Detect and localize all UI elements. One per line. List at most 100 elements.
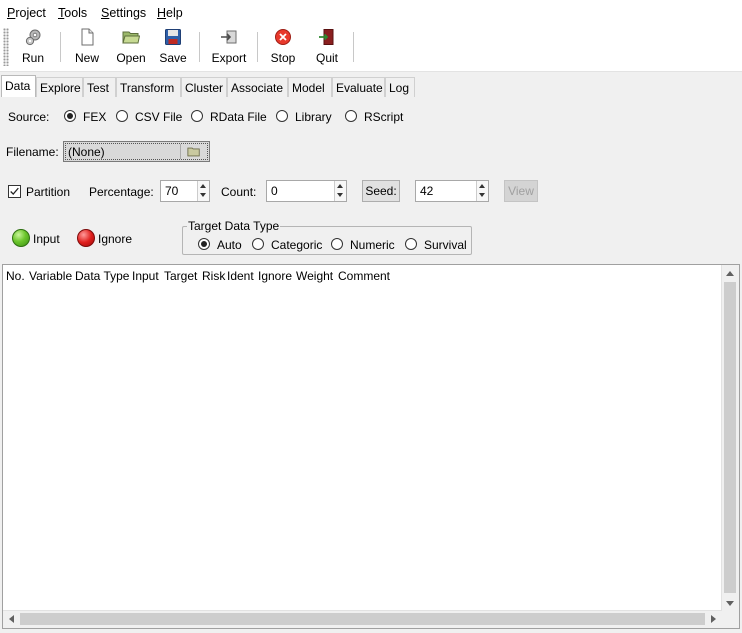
tab-evaluate[interactable]: Evaluate (332, 77, 385, 98)
scroll-up-arrow-icon[interactable] (726, 271, 734, 276)
export-label: Export (211, 51, 247, 65)
count-spin-arrows[interactable] (334, 181, 346, 201)
source-rscript-label[interactable]: RScript (364, 110, 403, 124)
view-button[interactable]: View (504, 180, 538, 202)
vertical-scroll-thumb[interactable] (724, 282, 736, 593)
stop-button[interactable]: Stop (268, 28, 298, 68)
floppy-disk-icon (165, 29, 181, 45)
target-survival-label[interactable]: Survival (424, 238, 467, 252)
tab-cluster[interactable]: Cluster (181, 77, 227, 98)
save-button[interactable]: Save (158, 28, 188, 68)
horizontal-scroll-thumb[interactable] (20, 613, 705, 625)
source-library-label[interactable]: Library (295, 110, 332, 124)
source-fex-radio[interactable] (64, 110, 76, 122)
tab-transform[interactable]: Transform (116, 77, 181, 98)
partition-checkbox[interactable] (8, 185, 21, 198)
new-label: New (74, 51, 99, 65)
source-library-radio[interactable] (276, 110, 288, 122)
horizontal-scrollbar[interactable] (3, 610, 722, 628)
menu-settings[interactable]: Settings (101, 6, 146, 20)
column-header-target[interactable]: Target (164, 269, 197, 283)
gears-icon (25, 29, 41, 46)
tab-data[interactable]: Data (1, 75, 36, 99)
source-fex-label[interactable]: FEX (83, 110, 106, 124)
source-rscript-radio[interactable] (345, 110, 357, 122)
target-categoric-label[interactable]: Categoric (271, 238, 322, 252)
source-label: Source: (8, 110, 50, 124)
scroll-left-arrow-icon[interactable] (9, 615, 14, 623)
column-header-no[interactable]: No. (6, 269, 25, 283)
save-label: Save (159, 51, 187, 65)
input-role-label[interactable]: Input (33, 232, 60, 246)
percentage-spin-arrows[interactable] (197, 181, 209, 201)
ignore-role-label[interactable]: Ignore (98, 232, 132, 246)
open-label: Open (116, 51, 146, 65)
folder-open-icon (122, 31, 140, 44)
source-rdata-label[interactable]: RData File (210, 110, 267, 124)
column-header-input[interactable]: Input (132, 269, 159, 283)
toolbar: Run New Open Save Export Stop Quit (0, 24, 742, 70)
toolbar-separator (60, 32, 61, 62)
toolbar-separator (199, 32, 200, 62)
column-header-ident[interactable]: Ident (227, 269, 254, 283)
column-header-ignore[interactable]: Ignore (258, 269, 292, 283)
column-header-data-type[interactable]: Data Type (75, 269, 129, 283)
partition-label[interactable]: Partition (26, 185, 70, 199)
stop-label: Stop (270, 51, 296, 65)
target-survival-radio[interactable] (405, 238, 417, 250)
tab-model[interactable]: Model (288, 77, 332, 98)
column-header-variable[interactable]: Variable (29, 269, 72, 283)
variables-table[interactable]: No. Variable Data Type Input Target Risk… (2, 264, 740, 629)
new-button[interactable]: New (72, 28, 102, 68)
column-header-comment[interactable]: Comment (338, 269, 390, 283)
scroll-right-arrow-icon[interactable] (711, 615, 716, 623)
tab-explore[interactable]: Explore (36, 77, 83, 98)
target-auto-radio[interactable] (198, 238, 210, 250)
column-header-risk[interactable]: Risk (202, 269, 225, 283)
exit-door-icon (319, 29, 334, 45)
scroll-corner (722, 611, 739, 628)
quit-button[interactable]: Quit (312, 28, 342, 68)
toolbar-separator (257, 32, 258, 62)
seed-button[interactable]: Seed: (362, 180, 400, 202)
source-rdata-radio[interactable] (191, 110, 203, 122)
ignore-role-icon[interactable] (77, 229, 95, 247)
toolbar-grip[interactable] (3, 28, 9, 66)
run-button[interactable]: Run (18, 28, 48, 68)
filename-value: (None) (68, 145, 105, 159)
source-csv-radio[interactable] (116, 110, 128, 122)
new-document-icon (81, 28, 94, 46)
stop-icon (275, 29, 291, 45)
input-role-icon[interactable] (12, 229, 30, 247)
menu-help[interactable]: Help (157, 6, 183, 20)
tab-test[interactable]: Test (83, 77, 116, 98)
menu-bar: Project Tools Settings Help (0, 0, 742, 24)
export-icon (221, 30, 237, 44)
percentage-spinbox[interactable]: 70 (160, 180, 210, 202)
target-numeric-radio[interactable] (331, 238, 343, 250)
target-data-type-title: Target Data Type (187, 219, 281, 233)
target-auto-label[interactable]: Auto (217, 238, 242, 252)
column-header-weight[interactable]: Weight (296, 269, 333, 283)
menu-project[interactable]: Project (7, 6, 46, 20)
percentage-label: Percentage: (89, 185, 154, 199)
browse-button[interactable] (180, 144, 207, 159)
toolbar-separator (353, 32, 354, 62)
percentage-value: 70 (165, 184, 179, 198)
filename-chooser[interactable]: (None) (63, 141, 210, 162)
quit-label: Quit (315, 51, 338, 65)
menu-tools[interactable]: Tools (58, 6, 87, 20)
seed-spin-arrows[interactable] (476, 181, 488, 201)
source-csv-label[interactable]: CSV File (135, 110, 182, 124)
vertical-scrollbar[interactable] (721, 265, 739, 612)
target-numeric-label[interactable]: Numeric (350, 238, 395, 252)
open-button[interactable]: Open (114, 28, 148, 68)
export-button[interactable]: Export (210, 28, 248, 68)
target-categoric-radio[interactable] (252, 238, 264, 250)
seed-spinbox[interactable]: 42 (415, 180, 489, 202)
tab-associate[interactable]: Associate (227, 77, 288, 98)
tab-log[interactable]: Log (385, 77, 415, 98)
count-spinbox[interactable]: 0 (266, 180, 347, 202)
scroll-down-arrow-icon[interactable] (726, 601, 734, 606)
run-label: Run (21, 51, 44, 65)
